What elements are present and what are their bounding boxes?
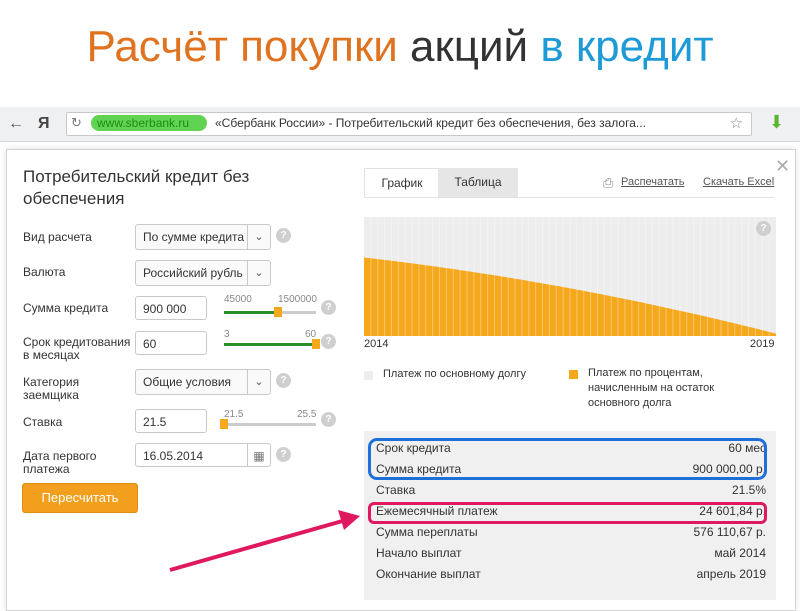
- summary-value: 21.5%: [731, 483, 766, 497]
- page-title-text: «Сбербанк России» - Потребительский кред…: [215, 116, 646, 130]
- currency-label: Валюта: [23, 265, 66, 279]
- x-tick-label-start: 2014: [364, 338, 389, 350]
- title-part-2: акций: [410, 22, 529, 71]
- url-text[interactable]: www.sberbank.ru: [91, 115, 208, 131]
- category-label: Категория заемщика: [23, 375, 80, 402]
- summary-label: Окончание выплат: [376, 567, 481, 581]
- rate-label: Ставка: [23, 415, 63, 429]
- rate-input[interactable]: 21.5: [135, 409, 207, 433]
- amount-slider-fill: [224, 311, 279, 314]
- slide-title: Расчёт покупки акций в кредит: [0, 22, 800, 72]
- calc-type-select[interactable]: По сумме кредита ⌄: [135, 224, 271, 250]
- calc-type-value: По сумме кредита: [143, 230, 245, 244]
- title-part-3: в кредит: [540, 22, 714, 71]
- help-icon[interactable]: ?: [276, 447, 291, 462]
- close-icon[interactable]: ✕: [775, 156, 790, 177]
- first-payment-value: 16.05.2014: [143, 449, 204, 463]
- amount-slider-handle[interactable]: [274, 307, 283, 317]
- highlight-blue-frame: [368, 438, 767, 480]
- excel-download-link[interactable]: Скачать Excel: [703, 176, 774, 188]
- title-part-1: Расчёт покупки: [86, 22, 398, 71]
- summary-label: Сумма переплаты: [376, 525, 478, 539]
- amount-slider-max: 1500000: [278, 294, 317, 305]
- calc-type-label: Вид расчета: [23, 230, 92, 244]
- help-icon[interactable]: ?: [321, 300, 336, 315]
- highlight-pink-frame: [368, 502, 767, 524]
- currency-select[interactable]: Российский рубль ⌄: [135, 260, 271, 286]
- currency-value: Российский рубль: [143, 266, 243, 280]
- term-slider-fill: [224, 343, 316, 346]
- help-icon[interactable]: ?: [276, 228, 291, 243]
- calendar-icon[interactable]: ▦: [247, 444, 270, 466]
- tab-table[interactable]: Таблица: [438, 168, 518, 197]
- tabs-divider: [364, 197, 774, 198]
- category-select[interactable]: Общие условия ⌄: [135, 369, 271, 395]
- category-value: Общие условия: [143, 375, 232, 389]
- address-bar[interactable]: ↻ www.sberbank.ru «Сбербанк России» - По…: [66, 112, 752, 136]
- amount-label: Сумма кредита: [23, 301, 109, 315]
- bookmark-star-icon[interactable]: ☆: [730, 114, 743, 132]
- term-input[interactable]: 60: [135, 331, 207, 355]
- payment-chart: [364, 217, 776, 336]
- download-icon[interactable]: ⬇: [769, 112, 784, 133]
- rate-slider[interactable]: [220, 419, 316, 429]
- first-payment-input[interactable]: 16.05.2014 ▦: [135, 443, 271, 467]
- summary-label: Ставка: [376, 483, 416, 497]
- summary-value: апрель 2019: [696, 567, 766, 581]
- help-icon[interactable]: ?: [756, 221, 771, 236]
- print-link[interactable]: Распечатать: [621, 176, 684, 188]
- amount-slider-min: 45000: [224, 294, 252, 305]
- tab-graph[interactable]: График: [364, 168, 440, 198]
- help-icon[interactable]: ?: [276, 373, 291, 388]
- first-payment-label: Дата первого платежа: [23, 449, 97, 476]
- summary-value: май 2014: [714, 546, 766, 560]
- x-tick-label-end: 2019: [750, 338, 775, 350]
- reload-icon[interactable]: ↻: [71, 115, 82, 131]
- legend-interest: Платеж по процентам, начисленным на оста…: [588, 367, 715, 409]
- amount-input[interactable]: 900 000: [135, 296, 207, 320]
- dialog-title: Потребительский кредит без обеспечения: [23, 167, 250, 208]
- term-slider-min: 3: [224, 329, 230, 340]
- amount-slider[interactable]: [224, 307, 316, 317]
- chevron-down-icon[interactable]: ⌄: [247, 225, 270, 249]
- back-icon[interactable]: ←: [8, 115, 24, 133]
- legend-swatch-principal: [364, 371, 373, 380]
- term-label: Срок кредитования в месяцах: [23, 335, 131, 362]
- help-icon[interactable]: ?: [321, 334, 336, 349]
- chevron-down-icon[interactable]: ⌄: [247, 370, 270, 394]
- legend-swatch-interest: [569, 370, 578, 379]
- help-icon[interactable]: ?: [321, 412, 336, 427]
- term-slider[interactable]: [224, 339, 320, 349]
- browser-toolbar: ← Я ↻ www.sberbank.ru «Сбербанк России» …: [0, 107, 800, 142]
- rate-slider-max: 25.5: [297, 409, 317, 420]
- rate-slider-handle[interactable]: [220, 419, 228, 429]
- summary-label: Начало выплат: [376, 546, 462, 560]
- printer-icon[interactable]: ⎙: [603, 175, 613, 191]
- chevron-down-icon[interactable]: ⌄: [247, 261, 270, 285]
- yandex-logo-icon[interactable]: Я: [38, 115, 50, 133]
- term-slider-handle[interactable]: [312, 339, 320, 349]
- summary-panel: Срок кредита 60 мес Сумма кредита 900 000,0…: [364, 431, 776, 600]
- recalculate-button[interactable]: Пересчитать: [22, 483, 138, 513]
- legend-principal: Платеж по основному долгу: [383, 368, 526, 380]
- credit-calculator-dialog: ✕ Потребительский кредит без обеспечения…: [6, 149, 796, 611]
- summary-value: 576 110,67 р.: [693, 525, 766, 539]
